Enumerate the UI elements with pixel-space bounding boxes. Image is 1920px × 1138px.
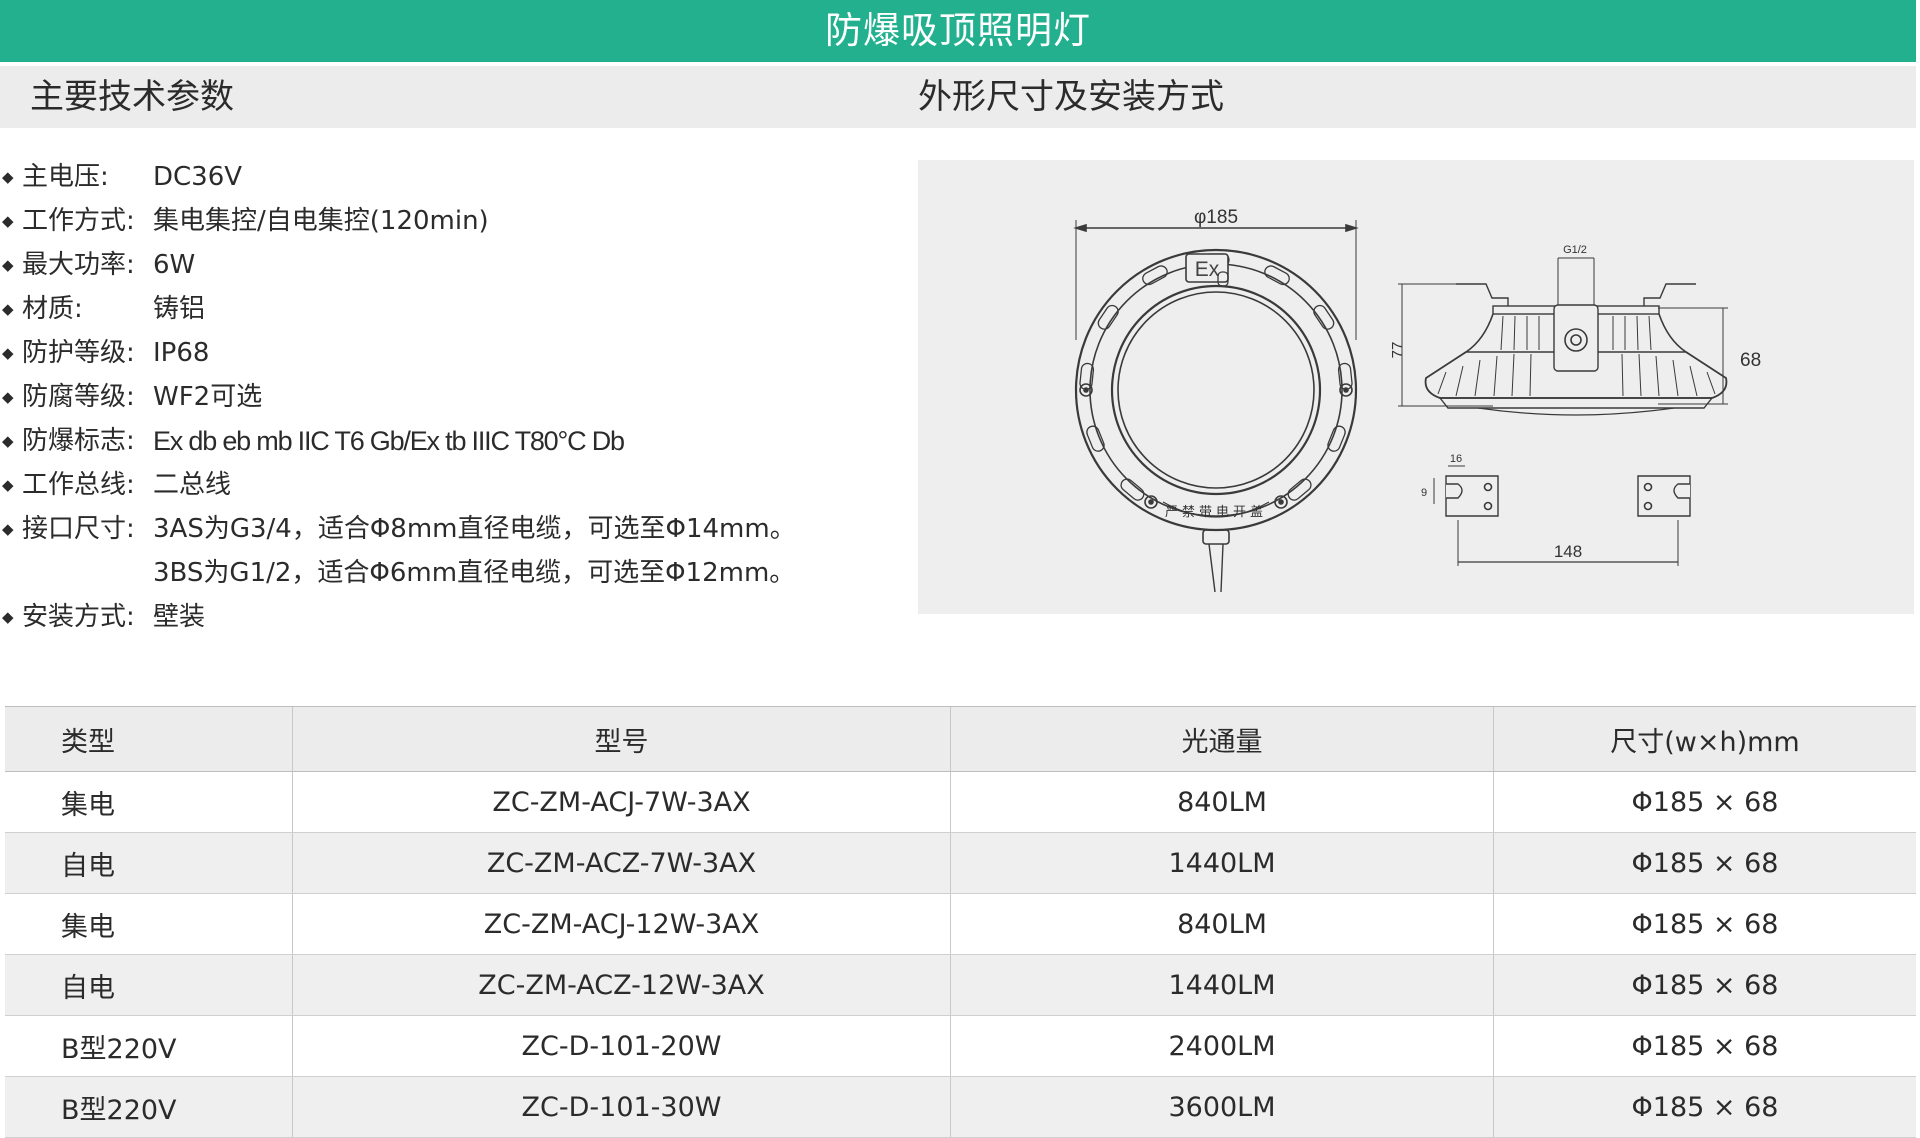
spec-item: ◆ 安装方式: 壁装 [0, 595, 880, 639]
spec-item: ◆ 接口尺寸: 3AS为G3/4，适合Φ8mm直径电缆，可选至Φ14mm。 [0, 507, 880, 551]
spec-item: ◆ 最大功率: 6W [0, 243, 880, 287]
table-row: B型220V ZC-D-101-20W 2400LM Φ185 × 68 [5, 1015, 1916, 1077]
diamond-bullet-icon: ◆ [2, 344, 14, 362]
page-title: 防爆吸顶照明灯 [0, 0, 1916, 62]
label-mount-spacing: 148 [1554, 542, 1582, 561]
spec-item: ◆ 防腐等级: WF2可选 [0, 375, 880, 419]
diamond-bullet-icon: ◆ [2, 388, 14, 406]
label-thread: G1/2 [1563, 244, 1587, 256]
column-header-type: 类型 [5, 706, 293, 772]
section-header-bar: 主要技术参数 外形尺寸及安装方式 [0, 66, 1916, 128]
ex-mark: Ex [1195, 258, 1220, 281]
model-table: 类型 型号 光通量 尺寸(w×h)mm 集电 ZC-ZM-ACJ-7W-3AX … [5, 706, 1916, 1138]
table-row: 集电 ZC-ZM-ACJ-12W-3AX 840LM Φ185 × 68 [5, 893, 1916, 955]
diamond-bullet-icon: ◆ [2, 168, 14, 186]
section-title-dimensions: 外形尺寸及安装方式 [918, 77, 1224, 117]
label-body-height: 68 [1740, 350, 1761, 371]
column-header-luminous-flux: 光通量 [950, 706, 1494, 772]
section-title-specs: 主要技术参数 [30, 77, 234, 117]
spec-item: ◆ 工作方式: 集电集控/自电集控(120min) [0, 199, 880, 243]
spec-item: ◆ 材质: 铸铝 [0, 287, 880, 331]
table-header-row: 类型 型号 光通量 尺寸(w×h)mm [5, 706, 1916, 772]
dimension-drawing-panel: φ185 Ex 严禁带电开盖 G1/2 77 68 16 9 148 [918, 160, 1914, 614]
label-hole-width: 16 [1450, 453, 1462, 465]
table-row: 自电 ZC-ZM-ACZ-7W-3AX 1440LM Φ185 × 68 [5, 832, 1916, 894]
table-row: 自电 ZC-ZM-ACZ-12W-3AX 1440LM Φ185 × 68 [5, 954, 1916, 1016]
diamond-bullet-icon: ◆ [2, 256, 14, 274]
warning-plate-text: 严禁带电开盖 [1165, 504, 1267, 519]
table-row: B型220V ZC-D-101-30W 3600LM Φ185 × 68 [5, 1076, 1916, 1138]
diamond-bullet-icon: ◆ [2, 432, 14, 450]
label-slot-height: 9 [1421, 487, 1427, 499]
mounting-bracket-view: 16 9 148 [1421, 453, 1691, 566]
diamond-bullet-icon: ◆ [2, 476, 14, 494]
label-total-height: 77 [1389, 342, 1406, 359]
diamond-bullet-icon: ◆ [2, 300, 14, 318]
diamond-bullet-icon: ◆ [2, 520, 14, 538]
spec-item-continued: 3BS为G1/2，适合Φ6mm直径电缆，可选至Φ12mm。 [153, 558, 796, 588]
spec-item: ◆ 工作总线: 二总线 [0, 463, 880, 507]
dimension-drawing: φ185 Ex 严禁带电开盖 G1/2 77 68 16 9 148 [1073, 207, 1761, 593]
diamond-bullet-icon: ◆ [2, 608, 14, 626]
lamp-top-view: Ex 严禁带电开盖 [1074, 248, 1358, 593]
spec-item: ◆ 主电压: DC36V [0, 155, 880, 199]
diamond-bullet-icon: ◆ [2, 212, 14, 230]
lamp-side-view: G1/2 77 68 [1389, 244, 1761, 416]
spec-item: ◆ 防护等级: IP68 [0, 331, 880, 375]
spec-list: ◆ 主电压: DC36V ◆ 工作方式: 集电集控/自电集控(120min) ◆ 最大功率… [0, 155, 880, 639]
label-diameter: φ185 [1194, 207, 1238, 228]
column-header-size: 尺寸(w×h)mm [1493, 706, 1916, 772]
spec-item: ◆ 防爆标志: Ex db eb mb IIC T6 Gb/Ex tb IIIC T… [0, 419, 880, 463]
column-header-model: 型号 [292, 706, 951, 772]
table-row: 集电 ZC-ZM-ACJ-7W-3AX 840LM Φ185 × 68 [5, 771, 1916, 833]
